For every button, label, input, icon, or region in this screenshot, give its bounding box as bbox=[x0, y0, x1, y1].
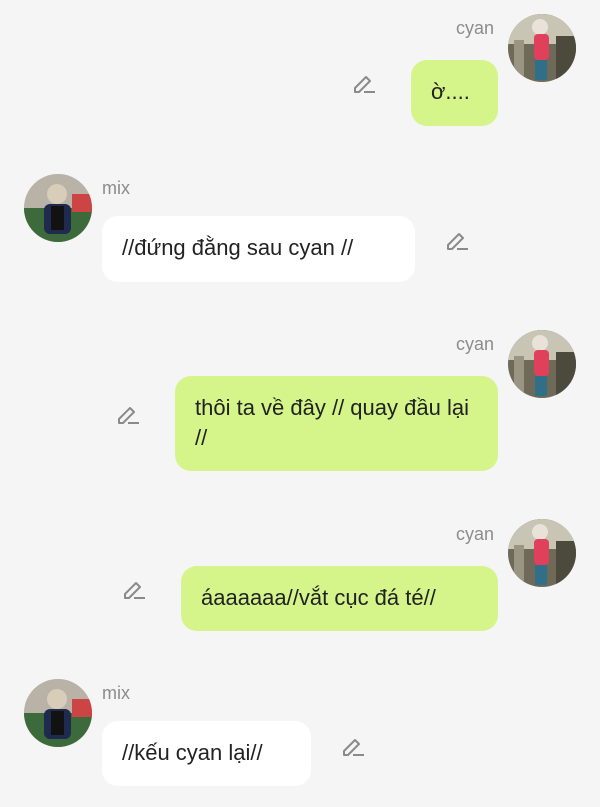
avatar-cyan[interactable] bbox=[508, 519, 576, 587]
message-text: áaaaaaa//vắt cục đá té// bbox=[201, 585, 436, 610]
message-text: ờ.... bbox=[431, 79, 470, 104]
avatar-cyan[interactable] bbox=[508, 330, 576, 398]
pencil-edit-icon[interactable] bbox=[115, 401, 141, 427]
sender-name: mix bbox=[102, 683, 130, 703]
sender-name: cyan bbox=[456, 18, 495, 38]
pencil-edit-icon[interactable] bbox=[340, 733, 366, 759]
sender-name: mix bbox=[102, 178, 130, 198]
message-text: thôi ta về đây // quay đầu lại // bbox=[195, 395, 469, 450]
message-text: //kếu cyan lại// bbox=[122, 740, 263, 765]
pencil-edit-icon[interactable] bbox=[351, 70, 377, 96]
message-bubble[interactable]: áaaaaaa//vắt cục đá té// bbox=[181, 566, 498, 631]
message-bubble[interactable]: thôi ta về đây // quay đầu lại // bbox=[175, 376, 498, 471]
message-bubble[interactable]: //kếu cyan lại// bbox=[102, 721, 311, 786]
sender-name: cyan bbox=[456, 334, 495, 354]
avatar-mix[interactable] bbox=[24, 679, 92, 747]
sender-name: cyan bbox=[456, 524, 495, 544]
pencil-edit-icon[interactable] bbox=[121, 576, 147, 602]
message-bubble[interactable]: ờ.... bbox=[411, 60, 498, 126]
avatar-mix[interactable] bbox=[24, 174, 92, 242]
pencil-edit-icon[interactable] bbox=[444, 227, 470, 253]
message-text: //đứng đằng sau cyan // bbox=[122, 235, 354, 260]
avatar-cyan[interactable] bbox=[508, 14, 576, 82]
message-bubble[interactable]: //đứng đằng sau cyan // bbox=[102, 216, 415, 282]
